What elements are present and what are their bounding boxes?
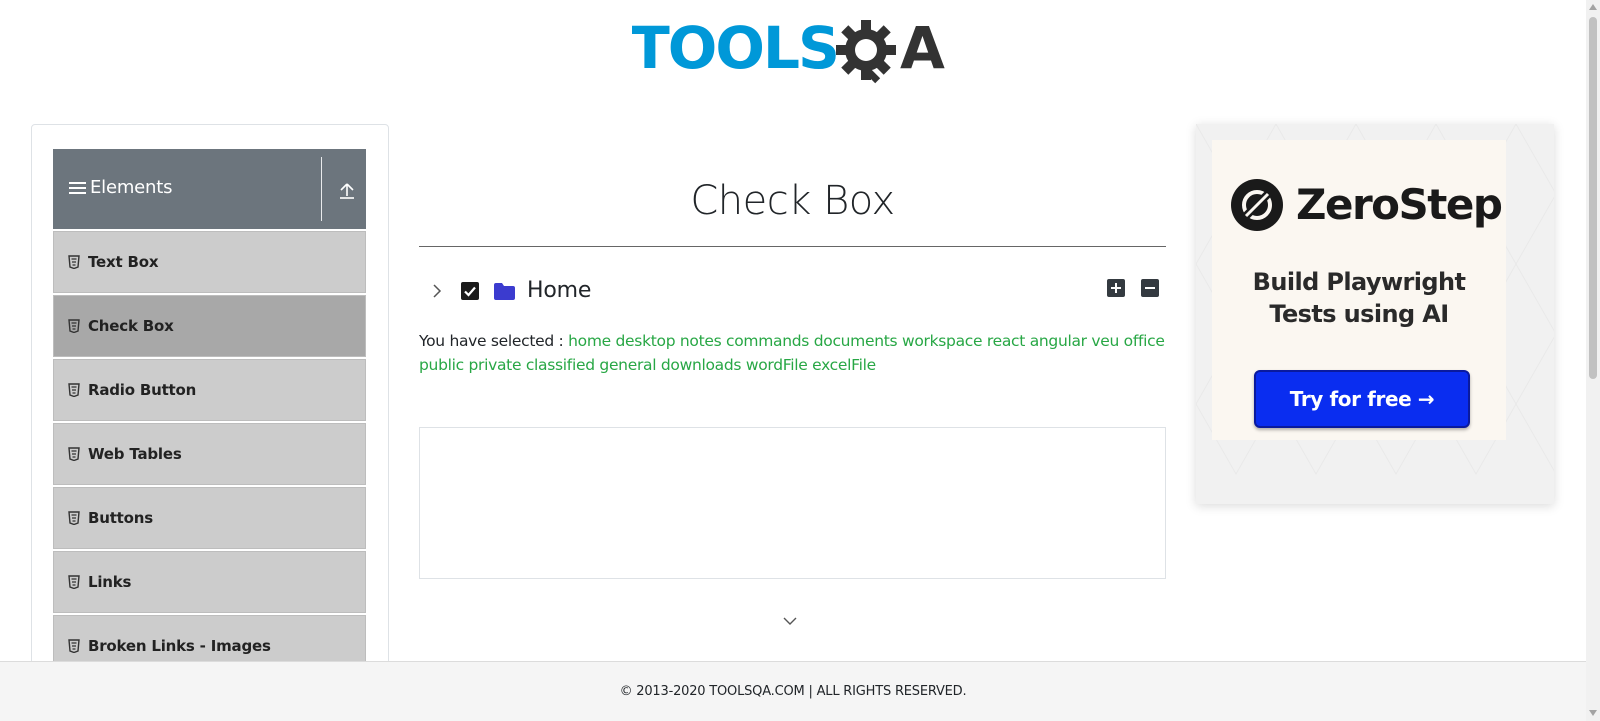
ad-brand-name: ZeroStep bbox=[1296, 180, 1503, 229]
html5-icon bbox=[68, 383, 80, 397]
tree-node-label[interactable]: Home bbox=[527, 278, 591, 303]
selected-item: veu bbox=[1091, 332, 1120, 350]
menu-item-text-box[interactable]: Text Box bbox=[53, 231, 366, 293]
selected-item: wordFile bbox=[745, 356, 808, 374]
check-icon bbox=[464, 286, 476, 297]
chevron-down-icon[interactable] bbox=[782, 616, 798, 626]
left-panel: Elements Text Box Check Box Radio Button… bbox=[31, 124, 389, 704]
copyright-text: © 2013-2020 TOOLSQA.COM | ALL RIGHTS RES… bbox=[619, 684, 967, 699]
menu-item-label: Buttons bbox=[88, 509, 153, 527]
html5-icon bbox=[68, 447, 80, 461]
folder-icon bbox=[494, 283, 515, 300]
menu-item-label: Links bbox=[88, 573, 132, 591]
elements-group-header[interactable]: Elements bbox=[53, 149, 366, 229]
footer: © 2013-2020 TOOLSQA.COM | ALL RIGHTS RES… bbox=[0, 661, 1586, 721]
selected-item: public bbox=[419, 356, 464, 374]
page-title: Check Box bbox=[690, 178, 895, 224]
ad-tagline-line2: Tests using AI bbox=[1269, 300, 1449, 328]
menu-item-label: Check Box bbox=[88, 317, 174, 335]
html5-icon bbox=[68, 255, 80, 269]
header-divider bbox=[321, 157, 322, 221]
selected-item: downloads bbox=[660, 356, 742, 374]
selected-item: workspace bbox=[901, 332, 983, 350]
selected-item: documents bbox=[813, 332, 898, 350]
html5-icon bbox=[68, 319, 80, 333]
html5-icon bbox=[68, 575, 80, 589]
title-divider bbox=[419, 246, 1166, 247]
selected-item: office bbox=[1123, 332, 1165, 350]
plus-icon bbox=[1111, 283, 1121, 293]
toolsqa-logo[interactable]: TOOLS A bbox=[632, 16, 962, 92]
selected-item: home bbox=[568, 332, 611, 350]
scrollbar-thumb[interactable] bbox=[1589, 17, 1597, 379]
menu-item-label: Text Box bbox=[88, 253, 159, 271]
selected-item: angular bbox=[1029, 332, 1087, 350]
scroll-down-icon[interactable] bbox=[1589, 710, 1597, 716]
selected-item: excelFile bbox=[812, 356, 876, 374]
try-for-free-button[interactable]: Try for free → bbox=[1254, 370, 1470, 428]
menu-item-links[interactable]: Links bbox=[53, 551, 366, 613]
selection-result: You have selected : home desktop notes c… bbox=[419, 329, 1166, 377]
selected-item: desktop bbox=[615, 332, 676, 350]
menu-item-radio-button[interactable]: Radio Button bbox=[53, 359, 366, 421]
collapse-group-icon[interactable] bbox=[337, 181, 357, 201]
expand-all-button[interactable] bbox=[1107, 279, 1125, 297]
minus-icon bbox=[1145, 287, 1155, 289]
elements-menu: Text Box Check Box Radio Button Web Tabl… bbox=[53, 231, 366, 679]
menu-item-web-tables[interactable]: Web Tables bbox=[53, 423, 366, 485]
group-title: Elements bbox=[90, 177, 173, 198]
menu-item-check-box[interactable]: Check Box bbox=[53, 295, 366, 357]
ad-placeholder bbox=[419, 427, 1166, 579]
selected-item: react bbox=[986, 332, 1026, 350]
hamburger-icon bbox=[69, 181, 86, 195]
ad-tagline: Build Playwright Tests using AI bbox=[1212, 266, 1506, 330]
page-scrollbar[interactable] bbox=[1586, 0, 1600, 721]
tree-node-home: Home bbox=[419, 274, 1166, 308]
svg-text:A: A bbox=[900, 16, 945, 82]
menu-item-label: Radio Button bbox=[88, 381, 197, 399]
selected-item: notes bbox=[679, 332, 722, 350]
toolsqa-logo-graphic: TOOLS A bbox=[632, 16, 945, 84]
selected-item: general bbox=[599, 356, 657, 374]
scroll-up-icon[interactable] bbox=[1589, 4, 1597, 10]
menu-item-label: Broken Links - Images bbox=[88, 637, 271, 655]
html5-icon bbox=[68, 511, 80, 525]
menu-item-buttons[interactable]: Buttons bbox=[53, 487, 366, 549]
chevron-right-icon[interactable] bbox=[431, 282, 443, 300]
zerostep-logo-icon bbox=[1231, 179, 1283, 231]
selected-item: private bbox=[468, 356, 522, 374]
menu-item-label: Web Tables bbox=[88, 445, 182, 463]
result-label: You have selected : bbox=[419, 332, 564, 350]
ad-tagline-line1: Build Playwright bbox=[1252, 268, 1466, 296]
html5-icon bbox=[68, 639, 80, 653]
selected-item: classified bbox=[525, 356, 595, 374]
home-checkbox[interactable] bbox=[461, 282, 479, 300]
ad-card: ZeroStep Build Playwright Tests using AI… bbox=[1212, 140, 1506, 440]
zerostep-ad[interactable]: ZeroStep Build Playwright Tests using AI… bbox=[1196, 124, 1554, 504]
selected-item: commands bbox=[726, 332, 810, 350]
collapse-all-button[interactable] bbox=[1141, 279, 1159, 297]
svg-text:TOOLS: TOOLS bbox=[632, 16, 838, 82]
